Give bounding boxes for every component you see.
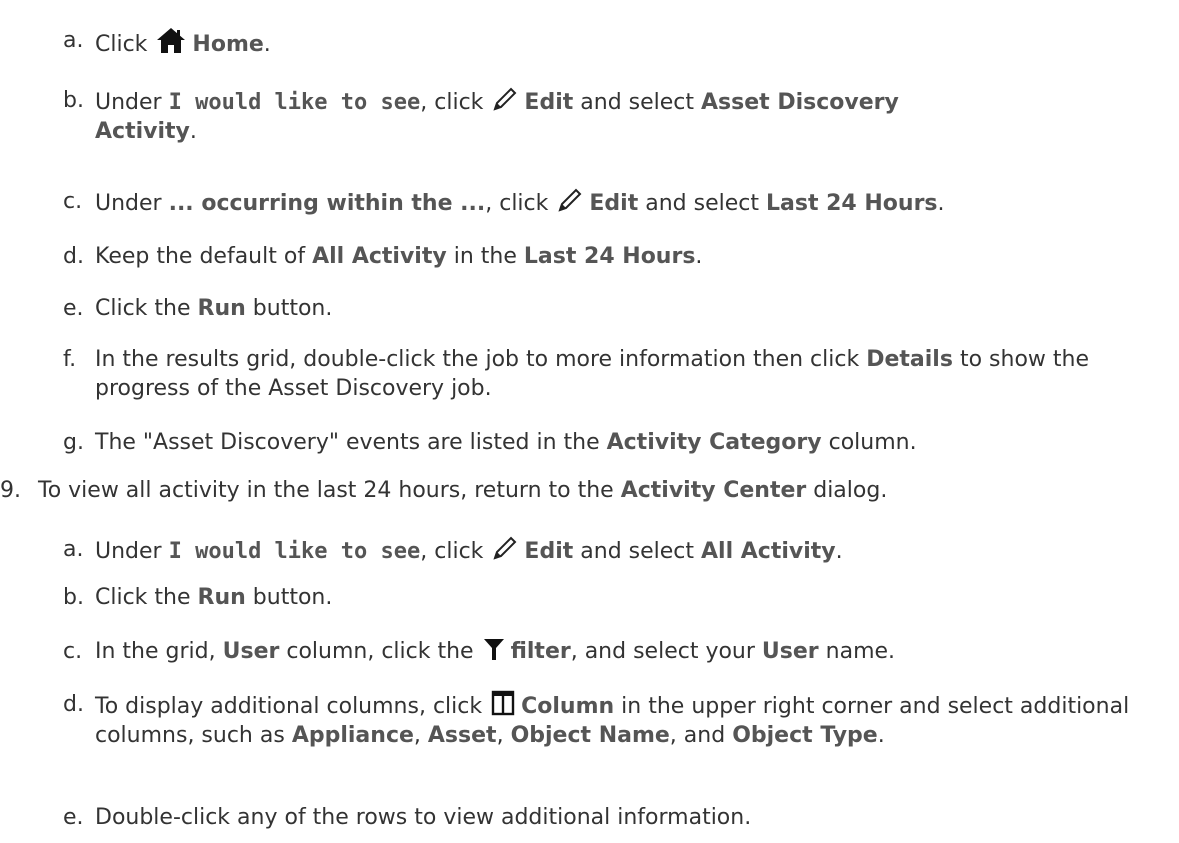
step-9: 9. To view all activity in the last 24 h…: [0, 478, 888, 503]
step-8d: d. Keep the default of All Activity in t…: [63, 244, 703, 269]
pencil-icon: [557, 187, 583, 213]
pencil-icon: [492, 86, 518, 112]
step-8g: g. The "Asset Discovery" events are list…: [63, 430, 917, 455]
document-page: { "steps": { "s8a": {"label": "a.", "t1"…: [0, 0, 1179, 843]
step-9c: c. In the grid, User column, click the f…: [63, 637, 896, 664]
pencil-icon: [492, 535, 518, 561]
step-9a: a. Under I would like to see, click Edit…: [63, 535, 843, 564]
column-icon: [491, 690, 515, 716]
step-8c: c. Under ... occurring within the ..., c…: [63, 187, 945, 216]
step-9e: e. Double-click any of the rows to view …: [63, 805, 752, 830]
filter-icon: [483, 637, 505, 661]
step-8b: b. Under I would like to see, click Edit…: [63, 86, 899, 144]
step-9b: b. Click the Run button.: [63, 585, 333, 610]
step-8e: e. Click the Run button.: [63, 296, 333, 321]
step-9d: d. To display additional columns, click …: [63, 690, 1130, 748]
step-8f: f. In the results grid, double-click the…: [63, 347, 1089, 401]
step-8a: a. Click Home.: [63, 26, 271, 57]
home-icon: [156, 26, 186, 54]
